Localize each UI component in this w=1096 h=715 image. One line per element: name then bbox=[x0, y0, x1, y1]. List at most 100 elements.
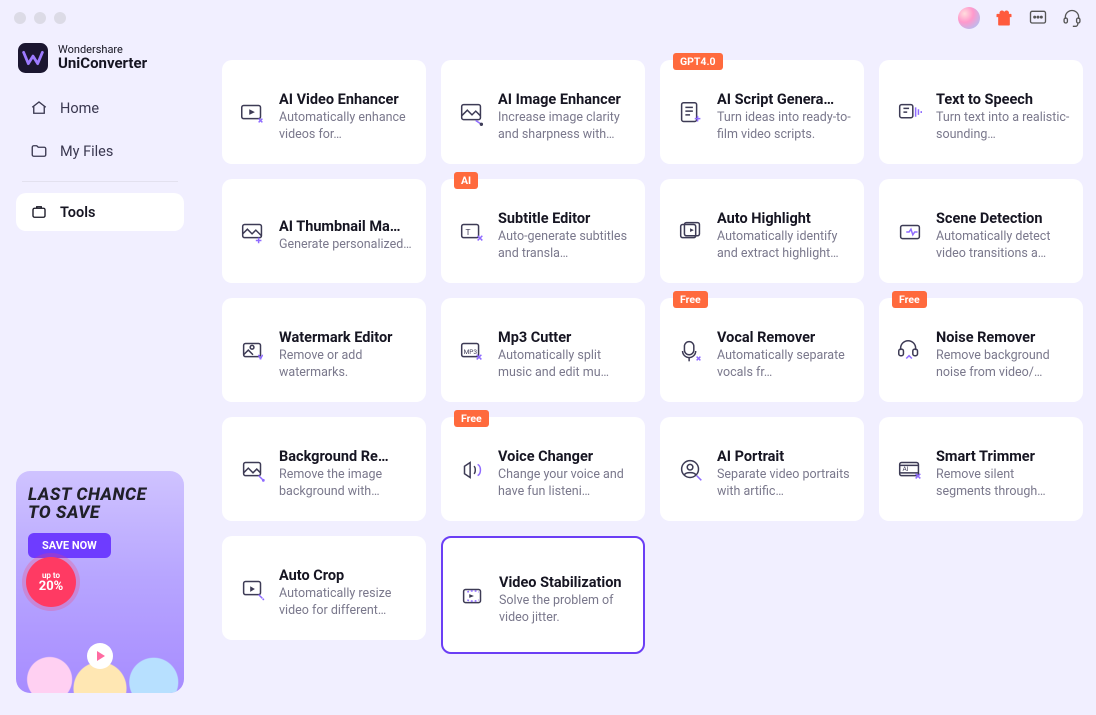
promo-line2: TO SAVE bbox=[28, 503, 172, 523]
tool-desc: Automatically resize video for different… bbox=[279, 584, 413, 629]
tool-card-ai-portrait[interactable]: AI PortraitSeparate video portraits with… bbox=[660, 417, 864, 521]
tool-desc: Automatically identify and extract highl… bbox=[717, 227, 851, 272]
tool-card-video-stabilization[interactable]: Video StabilizationSolve the problem of … bbox=[441, 536, 645, 654]
svg-text:T: T bbox=[465, 228, 470, 238]
mp3-cutter-icon: MP3 bbox=[456, 335, 488, 367]
smart-trimmer-icon: AI bbox=[894, 454, 926, 486]
tool-card-auto-crop[interactable]: Auto CropAutomatically resize video for … bbox=[222, 536, 426, 640]
tool-card-vocal-remover[interactable]: FreeVocal RemoverAutomatically separate … bbox=[660, 298, 864, 402]
ai-portrait-icon bbox=[675, 454, 707, 486]
tool-desc: Turn ideas into ready-to-film video scri… bbox=[717, 108, 851, 153]
text-to-speech-icon bbox=[894, 97, 926, 129]
tool-desc: Automatically enhance videos for… bbox=[279, 108, 413, 153]
promo-burst-val: 20% bbox=[39, 580, 64, 593]
svg-text:MP3: MP3 bbox=[464, 348, 478, 356]
folder-icon bbox=[30, 142, 48, 160]
sidebar-item-label: Home bbox=[60, 100, 99, 117]
tool-card-voice-changer[interactable]: FreeVoice ChangerChange your voice and h… bbox=[441, 417, 645, 521]
tool-card-ai-script-generator[interactable]: GPT4.0AI Script Genera…Turn ideas into r… bbox=[660, 60, 864, 164]
tool-title: Text to Speech bbox=[936, 83, 1070, 108]
promo-cta-button[interactable]: SAVE NOW bbox=[28, 533, 111, 558]
tool-card-text-to-speech[interactable]: Text to SpeechTurn text into a realistic… bbox=[879, 60, 1083, 164]
svg-text:AI: AI bbox=[903, 465, 909, 473]
tool-card-auto-highlight[interactable]: Auto HighlightAutomatically identify and… bbox=[660, 179, 864, 283]
window-max-dot[interactable] bbox=[54, 12, 66, 24]
tool-desc: Change your voice and have fun listeni… bbox=[498, 465, 632, 510]
home-icon bbox=[30, 99, 48, 117]
account-avatar-icon[interactable] bbox=[958, 7, 980, 29]
tool-card-noise-remover[interactable]: FreeNoise RemoverRemove background noise… bbox=[879, 298, 1083, 402]
window-traffic-lights[interactable] bbox=[14, 12, 66, 24]
tool-title: Mp3 Cutter bbox=[498, 321, 632, 346]
tool-title: Scene Detection bbox=[936, 202, 1070, 227]
gift-icon[interactable] bbox=[994, 8, 1014, 28]
vocal-remover-icon bbox=[675, 335, 707, 367]
video-stabilization-icon bbox=[457, 580, 489, 612]
badge-gpt: GPT4.0 bbox=[673, 53, 723, 70]
tool-title: AI Image Enhancer bbox=[498, 83, 632, 108]
tool-desc: Automatically split music and edit mu… bbox=[498, 346, 632, 391]
tool-card-watermark-editor[interactable]: Watermark EditorRemove or add watermarks… bbox=[222, 298, 426, 402]
feedback-icon[interactable] bbox=[1028, 8, 1048, 28]
auto-crop-icon bbox=[237, 573, 269, 605]
tool-desc: Automatically separate vocals fr… bbox=[717, 346, 851, 391]
sidebar-separator bbox=[22, 181, 178, 182]
tool-card-ai-video-enhancer[interactable]: AI Video EnhancerAutomatically enhance v… bbox=[222, 60, 426, 164]
app-logo-icon bbox=[18, 43, 48, 73]
tool-card-ai-thumbnail-maker[interactable]: AI Thumbnail Ma…Generate personalized… bbox=[222, 179, 426, 283]
sidebar-item-tools[interactable]: Tools bbox=[16, 193, 184, 231]
ai-image-enhancer-icon bbox=[456, 97, 488, 129]
ai-video-enhancer-icon bbox=[237, 97, 269, 129]
window-min-dot[interactable] bbox=[34, 12, 46, 24]
tool-card-ai-image-enhancer[interactable]: AI Image EnhancerIncrease image clarity … bbox=[441, 60, 645, 164]
tool-desc: Automatically detect video transitions a… bbox=[936, 227, 1070, 272]
support-icon[interactable] bbox=[1062, 8, 1082, 28]
watermark-editor-icon bbox=[237, 335, 269, 367]
badge-ai: AI bbox=[454, 172, 478, 189]
tool-title: Smart Trimmer bbox=[936, 440, 1070, 465]
noise-remover-icon bbox=[894, 335, 926, 367]
ai-thumbnail-maker-icon bbox=[237, 216, 269, 248]
sidebar-item-home[interactable]: Home bbox=[16, 89, 184, 127]
tool-card-subtitle-editor[interactable]: AITSubtitle EditorAuto-generate subtitle… bbox=[441, 179, 645, 283]
tool-title: AI Video Enhancer bbox=[279, 83, 413, 108]
tool-card-smart-trimmer[interactable]: AI Smart TrimmerRemove silent segments th… bbox=[879, 417, 1083, 521]
auto-highlight-icon bbox=[675, 216, 707, 248]
tool-card-scene-detection[interactable]: Scene DetectionAutomatically detect vide… bbox=[879, 179, 1083, 283]
sidebar-item-myfiles[interactable]: My Files bbox=[16, 132, 184, 170]
tool-desc: Remove or add watermarks. bbox=[279, 346, 413, 391]
tool-card-background-remover[interactable]: Background Re…Remove the image backgroun… bbox=[222, 417, 426, 521]
promo-banner[interactable]: LAST CHANCE TO SAVE SAVE NOW up to 20% bbox=[16, 471, 184, 693]
tool-title: Watermark Editor bbox=[279, 321, 413, 346]
tool-title: Auto Crop bbox=[279, 559, 413, 584]
tool-title: Background Re… bbox=[279, 440, 413, 465]
app-logo: Wondershare UniConverter bbox=[16, 35, 184, 89]
tool-title: Video Stabilization bbox=[499, 566, 631, 591]
promo-line1: LAST CHANCE bbox=[28, 485, 172, 505]
sidebar-item-label: Tools bbox=[60, 204, 95, 221]
tool-title: AI Thumbnail Ma… bbox=[279, 210, 413, 235]
tool-desc: Remove background noise from video/… bbox=[936, 346, 1070, 391]
tool-title: Vocal Remover bbox=[717, 321, 851, 346]
promo-discount-burst: up to 20% bbox=[26, 557, 76, 607]
tool-desc: Increase image clarity and sharpness wit… bbox=[498, 108, 632, 153]
background-remover-icon bbox=[237, 454, 269, 486]
tool-title: Subtitle Editor bbox=[498, 202, 632, 227]
badge-free: Free bbox=[673, 291, 708, 308]
sidebar-item-label: My Files bbox=[60, 143, 113, 160]
badge-free: Free bbox=[892, 291, 927, 308]
subtitle-editor-icon: T bbox=[456, 216, 488, 248]
tool-desc: Remove silent segments through… bbox=[936, 465, 1070, 510]
tool-desc: Remove the image background with… bbox=[279, 465, 413, 510]
promo-play-icon bbox=[87, 643, 113, 669]
tool-title: Voice Changer bbox=[498, 440, 632, 465]
window-close-dot[interactable] bbox=[14, 12, 26, 24]
tool-desc: Turn text into a realistic-sounding… bbox=[936, 108, 1070, 153]
tool-card-mp3-cutter[interactable]: MP3 Mp3 CutterAutomatically split music a… bbox=[441, 298, 645, 402]
tool-title: AI Script Genera… bbox=[717, 83, 851, 108]
ai-script-generator-icon bbox=[675, 97, 707, 129]
tool-desc: Generate personalized… bbox=[279, 235, 413, 272]
tool-title: AI Portrait bbox=[717, 440, 851, 465]
scene-detection-icon bbox=[894, 216, 926, 248]
tool-desc: Separate video portraits with artific… bbox=[717, 465, 851, 510]
